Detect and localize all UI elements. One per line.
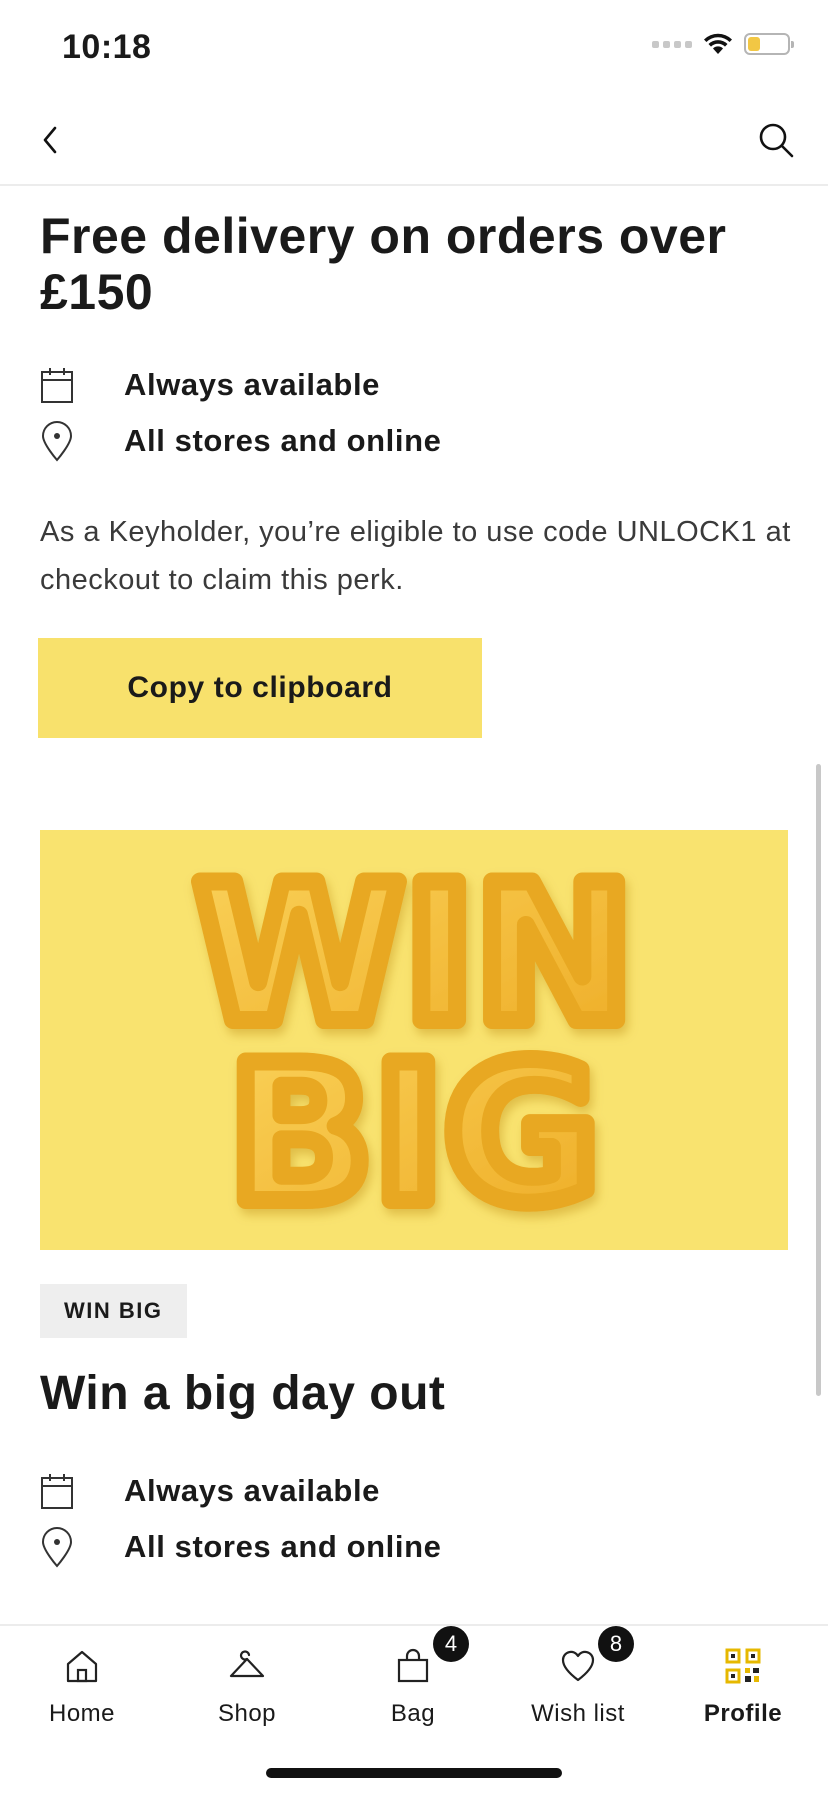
availability-text: Always available xyxy=(124,367,381,402)
availability-row: Always available xyxy=(40,360,380,410)
tab-bag-label: Bag xyxy=(390,1700,436,1727)
tab-shop-label: Shop xyxy=(217,1700,277,1727)
back-chevron-icon xyxy=(43,126,57,154)
win-big-banner-image[interactable]: WIN BIG xyxy=(40,830,788,1250)
banner-word-2: BIG xyxy=(228,1024,599,1245)
win-big-artwork: WIN BIG xyxy=(185,835,642,1250)
search-icon xyxy=(759,123,794,158)
perks-content[interactable]: Free delivery on orders over £150 Always… xyxy=(0,186,828,1624)
status-bar: 10:18 xyxy=(0,0,828,96)
tab-wishlist[interactable]: 8 Wish list xyxy=(513,1626,643,1742)
location-row-2: All stores and online xyxy=(40,1522,441,1572)
status-time: 10:18 xyxy=(62,28,152,66)
location-text: All stores and online xyxy=(124,423,442,458)
tab-profile-label: Profile xyxy=(703,1700,783,1727)
qr-code-icon xyxy=(725,1642,761,1690)
search-button[interactable] xyxy=(752,116,800,164)
location-pin-icon xyxy=(40,416,104,466)
wishlist-count-badge: 8 xyxy=(598,1626,634,1662)
battery-icon xyxy=(744,33,794,55)
wifi-icon xyxy=(704,33,732,54)
perk-category-badge: WIN BIG xyxy=(40,1284,187,1338)
navigation-bar xyxy=(0,96,828,186)
location-row: All stores and online xyxy=(40,416,441,466)
availability-text-2: Always available xyxy=(124,1473,381,1508)
tab-profile[interactable]: Profile xyxy=(678,1642,808,1742)
calendar-icon xyxy=(40,360,104,410)
cellular-signal-icon xyxy=(652,40,692,48)
tab-home-label: Home xyxy=(48,1700,116,1727)
perk-title-2: Win a big day out xyxy=(40,1367,446,1420)
hanger-icon xyxy=(227,1642,267,1690)
perk-title: Free delivery on orders over £150 xyxy=(40,208,727,320)
availability-row-2: Always available xyxy=(40,1466,380,1516)
back-button[interactable] xyxy=(28,118,72,162)
heart-icon: 8 xyxy=(560,1626,634,1690)
home-icon xyxy=(64,1642,100,1690)
copy-to-clipboard-button[interactable]: Copy to clipboard xyxy=(38,638,482,738)
home-indicator xyxy=(266,1768,562,1778)
bag-count-badge: 4 xyxy=(433,1626,469,1662)
tab-wishlist-label: Wish list xyxy=(531,1700,625,1727)
scrollbar[interactable] xyxy=(816,764,821,1396)
perk-description: As a Keyholder, you’re eligible to use c… xyxy=(40,516,791,596)
tab-home[interactable]: Home xyxy=(17,1642,147,1742)
bag-icon: 4 xyxy=(395,1626,469,1690)
tab-shop[interactable]: Shop xyxy=(182,1642,312,1742)
location-pin-icon xyxy=(40,1522,104,1572)
status-indicators xyxy=(652,32,794,56)
location-text-2: All stores and online xyxy=(124,1529,442,1564)
tab-bag[interactable]: 4 Bag xyxy=(348,1626,478,1742)
bottom-tab-bar: Home Shop 4 Bag 8 Wish list Profile xyxy=(0,1624,828,1794)
calendar-icon xyxy=(40,1466,104,1516)
